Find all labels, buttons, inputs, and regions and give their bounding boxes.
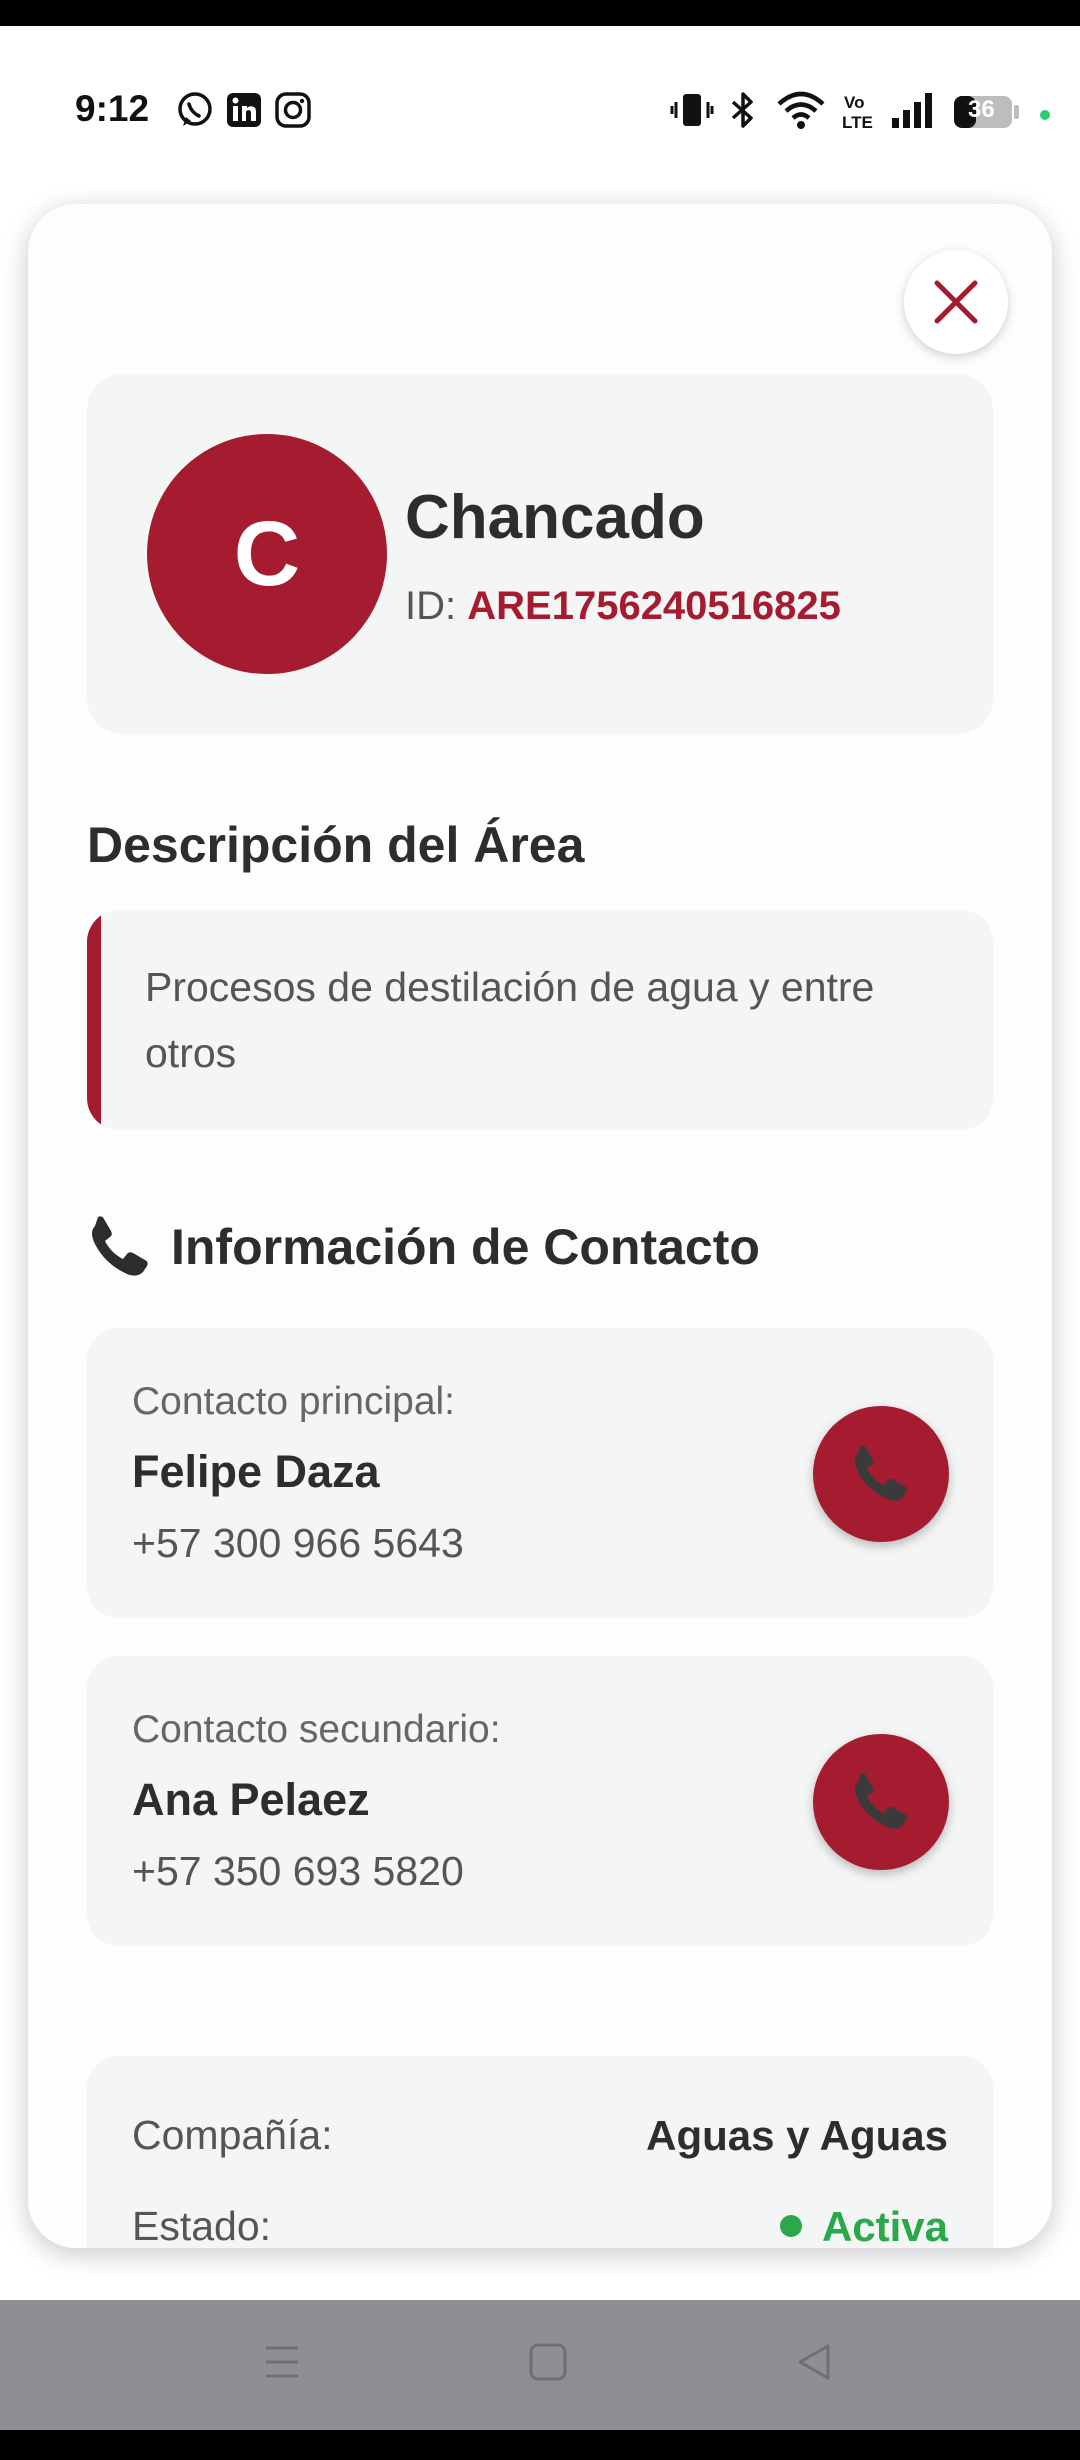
- linkedin-icon: [227, 93, 261, 127]
- battery-level: 36: [968, 96, 995, 123]
- area-detail-sheet: C Chancado ID: ARE1756240516825 Descripc…: [28, 204, 1052, 2248]
- back-icon[interactable]: [794, 2342, 834, 2382]
- company-label: Compañía:: [132, 2112, 333, 2158]
- primary-contact-label: Contacto principal:: [132, 1380, 456, 1423]
- contact-section-title: Información de Contacto: [87, 1216, 760, 1278]
- call-secondary-button[interactable]: [813, 1734, 949, 1870]
- secondary-contact-name: Ana Pelaez: [132, 1774, 370, 1825]
- phone-icon: [854, 1445, 907, 1501]
- area-id-label: ID:: [405, 584, 457, 628]
- close-button[interactable]: [904, 250, 1008, 354]
- area-avatar: C: [147, 434, 387, 674]
- company-value: Aguas y Aguas: [646, 2112, 948, 2159]
- status-label: Estado:: [132, 2203, 272, 2248]
- signal-icon: [892, 93, 932, 128]
- top-black-bar: [0, 0, 1080, 26]
- svg-text:LTE: LTE: [842, 113, 873, 132]
- call-primary-button[interactable]: [813, 1406, 949, 1542]
- status-dot: [779, 2214, 802, 2237]
- secondary-contact-label: Contacto secundario:: [132, 1708, 501, 1751]
- vibrate-icon: [670, 94, 714, 126]
- status-time: 9:12: [75, 88, 150, 129]
- description-card: Procesos de destilación de agua y entre …: [87, 910, 993, 1130]
- svg-text:Vo: Vo: [844, 93, 864, 112]
- primary-contact-name: Felipe Daza: [132, 1446, 380, 1497]
- bluetooth-icon: [731, 92, 753, 128]
- volte-icon: Vo LTE: [842, 93, 873, 132]
- wifi-icon: [777, 91, 825, 129]
- description-title: Descripción del Área: [87, 817, 585, 873]
- description-text: Procesos de destilación de agua y entre …: [145, 964, 875, 1076]
- status-value-text: Activa: [821, 2203, 948, 2248]
- secondary-contact-card: Contacto secundario: Ana Pelaez +57 350 …: [87, 1656, 993, 1946]
- phone-icon: [854, 1773, 907, 1829]
- menu-icon[interactable]: [262, 2342, 302, 2382]
- home-icon[interactable]: [528, 2342, 568, 2382]
- area-info-card: Compañía: Aguas y Aguas Estado: Activa: [87, 2056, 993, 2248]
- area-header-card: C Chancado ID: ARE1756240516825: [87, 374, 993, 734]
- phone-icon: [92, 1216, 148, 1276]
- description-accent-bar: [87, 910, 101, 1130]
- contact-title-text: Información de Contacto: [171, 1219, 760, 1275]
- status-value: Activa: [779, 2203, 948, 2248]
- charging-dot: [1040, 110, 1050, 120]
- area-id: ID: ARE1756240516825: [405, 584, 841, 629]
- area-name: Chancado: [405, 483, 705, 552]
- primary-contact-card: Contacto principal: Felipe Daza +57 300 …: [87, 1328, 993, 1618]
- instagram-icon: [275, 92, 311, 128]
- secondary-contact-phone: +57 350 693 5820: [132, 1848, 464, 1894]
- close-icon: [934, 280, 978, 324]
- area-id-value: ARE1756240516825: [467, 584, 841, 628]
- bottom-black-bar: [0, 2430, 1080, 2460]
- primary-contact-phone: +57 300 966 5643: [132, 1520, 464, 1566]
- whatsapp-icon: [178, 92, 212, 126]
- status-bar: 9:12 Vo LTE 36: [0, 26, 1080, 156]
